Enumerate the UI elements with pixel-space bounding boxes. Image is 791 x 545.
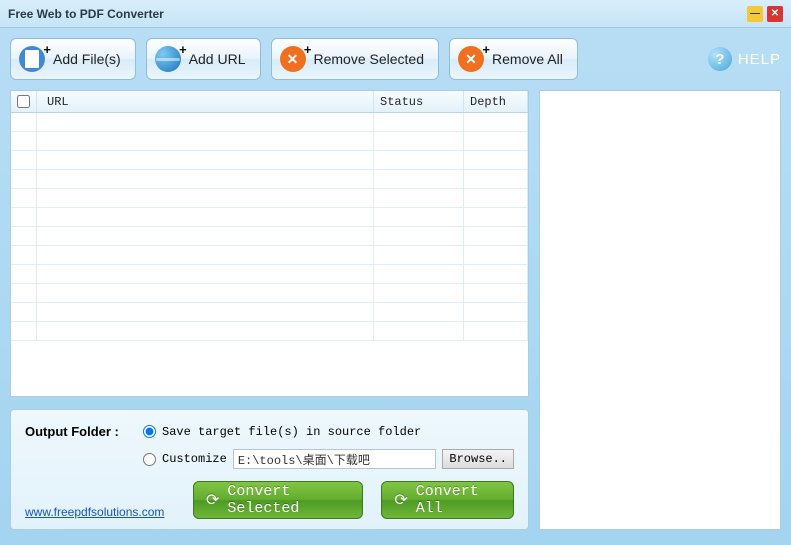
table-row	[11, 265, 528, 284]
footer-link[interactable]: www.freepdfsolutions.com	[25, 505, 164, 519]
radio-customize-row: Customize E:\tools\桌面\下载吧 Browse..	[143, 449, 514, 469]
plus-icon: +	[43, 42, 51, 57]
remove-all-button[interactable]: + Remove All	[449, 38, 578, 80]
close-button[interactable]: ✕	[767, 6, 783, 22]
remove-selected-button[interactable]: + Remove Selected	[271, 38, 440, 80]
convert-all-label: Convert All	[416, 483, 495, 517]
table-row	[11, 113, 528, 132]
radio-customize-label: Customize	[162, 452, 227, 466]
table-row	[11, 322, 528, 341]
main-content: URL Status Depth Output Folde	[0, 90, 791, 540]
column-depth[interactable]: Depth	[464, 91, 528, 112]
table-row	[11, 284, 528, 303]
remove-selected-label: Remove Selected	[314, 51, 425, 67]
table-row	[11, 208, 528, 227]
table-row	[11, 189, 528, 208]
toolbar: + Add File(s) + Add URL + Remove Selecte…	[0, 28, 791, 90]
table-row	[11, 227, 528, 246]
help-label: HELP	[738, 51, 781, 68]
refresh-icon: ⟳	[394, 490, 407, 510]
plus-icon: +	[482, 42, 490, 57]
output-row: Output Folder : Save target file(s) in s…	[25, 424, 514, 439]
plus-icon: +	[304, 42, 312, 57]
radio-source-row: Save target file(s) in source folder	[143, 425, 421, 439]
output-panel: Output Folder : Save target file(s) in s…	[10, 409, 529, 530]
convert-selected-button[interactable]: ⟳ Convert Selected	[193, 481, 363, 519]
help-icon: ?	[708, 47, 732, 71]
plus-icon: +	[179, 42, 187, 57]
convert-buttons: ⟳ Convert Selected ⟳ Convert All	[193, 481, 514, 519]
output-path-input[interactable]: E:\tools\桌面\下载吧	[233, 449, 437, 469]
remove-all-label: Remove All	[492, 51, 563, 67]
radio-customize[interactable]	[143, 453, 156, 466]
table-header: URL Status Depth	[11, 91, 528, 113]
radio-source-label: Save target file(s) in source folder	[162, 425, 421, 439]
convert-all-button[interactable]: ⟳ Convert All	[381, 481, 514, 519]
add-files-button[interactable]: + Add File(s)	[10, 38, 136, 80]
column-status[interactable]: Status	[374, 91, 464, 112]
select-all-header[interactable]	[11, 91, 37, 112]
preview-panel	[539, 90, 781, 530]
add-url-button[interactable]: + Add URL	[146, 38, 261, 80]
refresh-icon: ⟳	[206, 490, 219, 510]
column-url[interactable]: URL	[37, 91, 374, 112]
browse-button[interactable]: Browse..	[442, 449, 514, 469]
table-row	[11, 151, 528, 170]
select-all-checkbox[interactable]	[17, 95, 30, 108]
titlebar: Free Web to PDF Converter — ✕	[0, 0, 791, 28]
remove-icon: +	[458, 46, 484, 72]
add-url-label: Add URL	[189, 51, 246, 67]
convert-selected-label: Convert Selected	[227, 483, 344, 517]
table-row	[11, 170, 528, 189]
window-title: Free Web to PDF Converter	[8, 7, 743, 21]
table-row	[11, 303, 528, 322]
help-button[interactable]: ? HELP	[708, 47, 781, 71]
radio-source[interactable]	[143, 425, 156, 438]
add-files-label: Add File(s)	[53, 51, 121, 67]
table-body	[11, 113, 528, 341]
minimize-button[interactable]: —	[747, 6, 763, 22]
file-table: URL Status Depth	[10, 90, 529, 397]
globe-icon: +	[155, 46, 181, 72]
file-icon: +	[19, 46, 45, 72]
output-folder-label: Output Folder :	[25, 424, 143, 439]
table-row	[11, 132, 528, 151]
table-row	[11, 246, 528, 265]
remove-icon: +	[280, 46, 306, 72]
